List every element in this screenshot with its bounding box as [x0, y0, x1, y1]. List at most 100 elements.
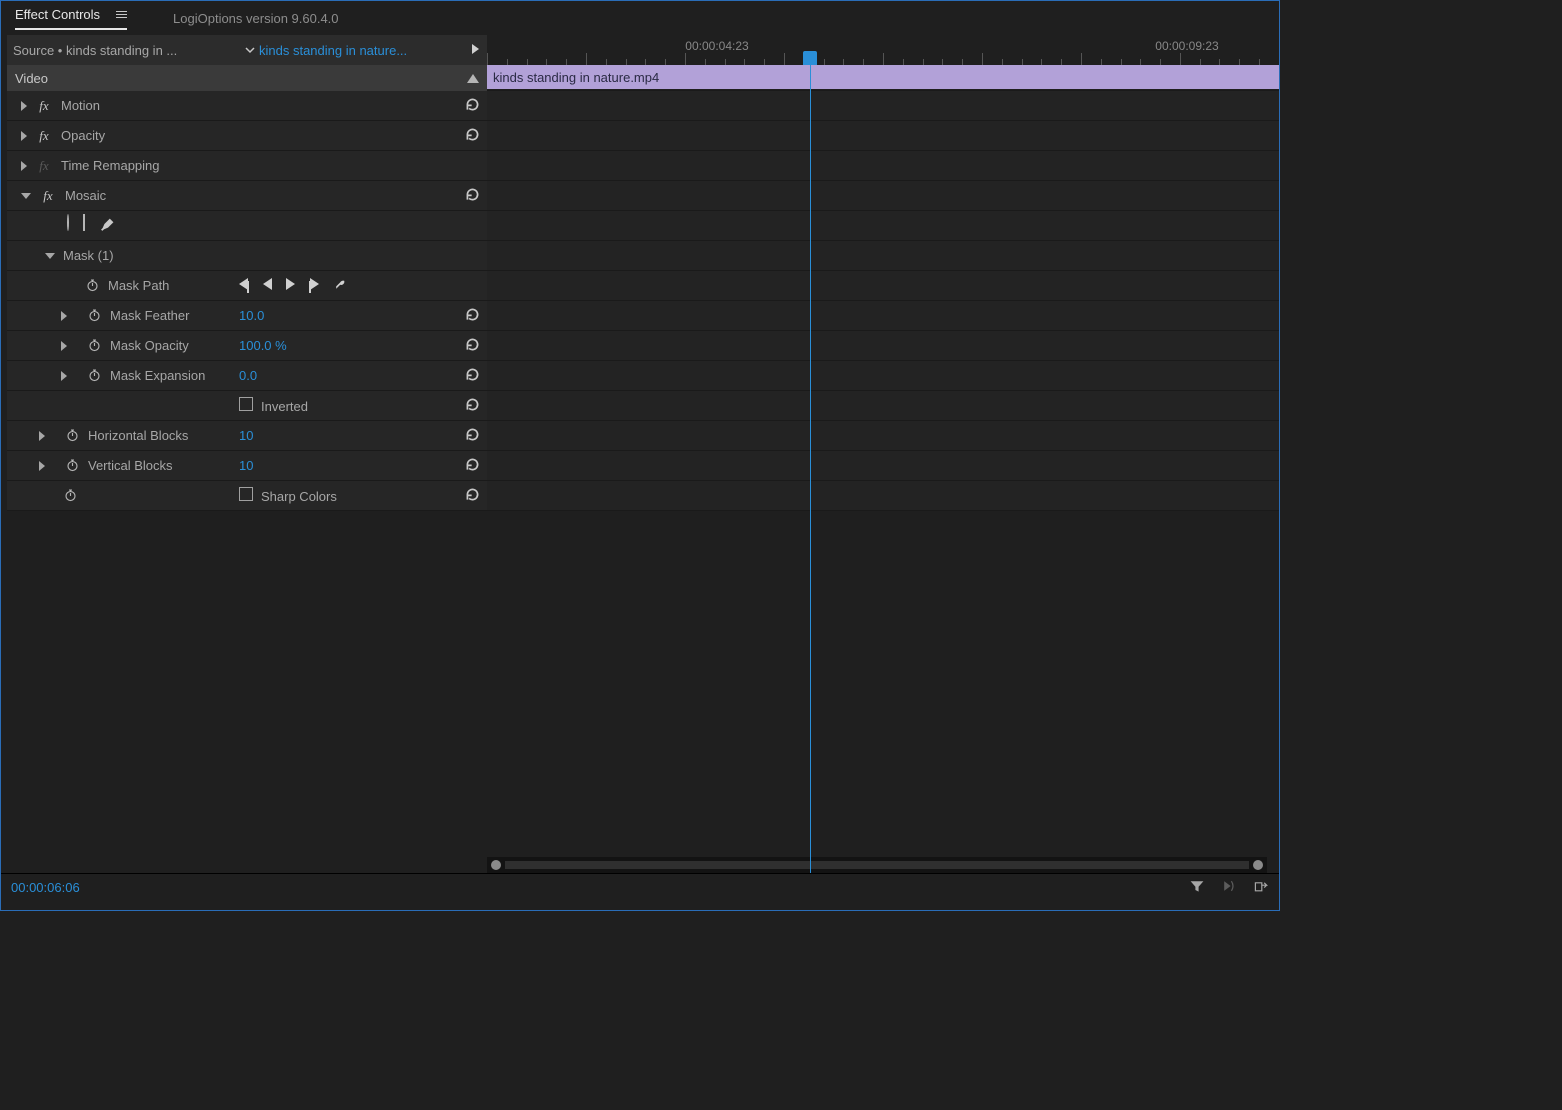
reset-icon[interactable] [464, 431, 481, 446]
play-only-icon[interactable] [464, 44, 487, 57]
sharp-colors-checkbox[interactable] [239, 487, 253, 501]
track-area [487, 121, 1279, 151]
collapse-up-icon[interactable] [467, 74, 479, 83]
expand-icon[interactable] [61, 311, 67, 321]
clip-bar[interactable]: kinds standing in nature.mp4 [487, 65, 1279, 89]
play-forward-icon[interactable] [286, 278, 295, 293]
wrench-icon[interactable] [333, 276, 349, 295]
reset-icon[interactable] [464, 491, 481, 506]
expand-icon[interactable] [39, 461, 45, 471]
reset-icon[interactable] [464, 461, 481, 476]
ellipse-mask-icon[interactable] [67, 215, 69, 236]
property-label: Horizontal Blocks [88, 428, 188, 443]
expand-icon[interactable] [21, 101, 27, 111]
reset-icon[interactable] [464, 311, 481, 326]
play-reverse-icon[interactable] [263, 278, 272, 293]
property-row-horizontal-blocks: Horizontal Blocks 10 [7, 421, 487, 451]
sharp-colors-label: Sharp Colors [261, 489, 337, 504]
expand-icon[interactable] [21, 161, 27, 171]
footer-bar: 00:00:06:06 [1, 873, 1279, 901]
property-label: Mask Expansion [110, 368, 205, 383]
zoom-handle-right[interactable] [1253, 860, 1263, 870]
expand-icon[interactable] [39, 431, 45, 441]
stopwatch-icon[interactable] [87, 367, 102, 385]
pen-mask-icon[interactable] [99, 215, 117, 236]
inverted-checkbox[interactable] [239, 397, 253, 411]
effect-row-motion[interactable]: fxMotion [7, 91, 487, 121]
track-area [487, 151, 1279, 181]
effect-label: Opacity [61, 128, 105, 143]
mask-row[interactable]: Mask (1) [7, 241, 487, 271]
stopwatch-icon[interactable] [63, 487, 78, 505]
fx-badge-icon: fx [35, 158, 53, 174]
property-value[interactable]: 100.0 % [239, 338, 287, 353]
property-row-inverted: Inverted [7, 391, 487, 421]
fx-badge-icon: fx [35, 128, 53, 144]
effect-row-mosaic[interactable]: fxMosaic [7, 181, 487, 211]
stopwatch-icon[interactable] [65, 457, 80, 475]
sequence-name-link[interactable]: kinds standing in nature... [259, 43, 464, 58]
property-value[interactable]: 0.0 [239, 368, 257, 383]
property-label: Vertical Blocks [88, 458, 173, 473]
prev-keyframe-icon[interactable] [239, 278, 249, 293]
effect-controls-panel: Source • kinds standing in ... kinds sta… [7, 35, 487, 873]
track-area [487, 391, 1279, 421]
source-clip-label[interactable]: Source • kinds standing in ... [13, 43, 241, 58]
tab-secondary[interactable]: LogiOptions version 9.60.4.0 [173, 11, 339, 26]
effect-row-opacity[interactable]: fx Opacity [7, 121, 487, 151]
track-area [487, 301, 1279, 331]
reset-icon[interactable] [464, 131, 481, 146]
track-area [487, 181, 1279, 211]
next-keyframe-icon[interactable] [309, 278, 319, 293]
tab-effect-controls[interactable]: Effect Controls [15, 7, 127, 30]
property-row-mask-path: Mask Path [7, 271, 487, 301]
property-row-mask-expansion: Mask Expansion 0.0 [7, 361, 487, 391]
reset-icon[interactable] [464, 371, 481, 386]
reset-icon[interactable] [464, 191, 481, 206]
reset-icon[interactable] [464, 341, 481, 356]
track-area [487, 91, 1279, 121]
sequence-dropdown-icon[interactable] [241, 43, 259, 58]
playback-only-icon[interactable] [1221, 878, 1237, 897]
stopwatch-icon[interactable] [65, 427, 80, 445]
expand-icon[interactable] [21, 131, 27, 141]
track-area [487, 421, 1279, 451]
mini-timeline-panel: 00:00:04:23 00:00:09:23 kinds standing i… [487, 35, 1279, 873]
reset-icon[interactable] [464, 101, 481, 116]
horizontal-zoom-scrollbar[interactable] [487, 857, 1267, 873]
stopwatch-icon[interactable] [85, 277, 100, 295]
stopwatch-icon[interactable] [87, 337, 102, 355]
time-ruler[interactable]: 00:00:04:23 00:00:09:23 [487, 35, 1279, 65]
inverted-label: Inverted [261, 399, 308, 414]
property-row-mask-opacity: Mask Opacity 100.0 % [7, 331, 487, 361]
zoom-handle-left[interactable] [491, 860, 501, 870]
effect-label: Time Remapping [61, 158, 160, 173]
property-value[interactable]: 10.0 [239, 308, 264, 323]
expand-icon[interactable] [61, 341, 67, 351]
panel-menu-icon[interactable] [116, 11, 127, 18]
property-value[interactable]: 10 [239, 428, 253, 443]
filter-icon[interactable] [1189, 878, 1205, 897]
scroll-track[interactable] [505, 861, 1249, 869]
property-row-mask-feather: Mask Feather 10.0 [7, 301, 487, 331]
clip-label: kinds standing in nature.mp4 [493, 70, 659, 85]
rectangle-mask-icon[interactable] [83, 215, 85, 236]
track-area [487, 211, 1279, 241]
tab-label: Effect Controls [15, 7, 100, 22]
video-header-label: Video [15, 71, 48, 86]
current-timecode[interactable]: 00:00:06:06 [11, 880, 80, 895]
property-row-sharp-colors: Sharp Colors [7, 481, 487, 511]
reset-icon[interactable] [464, 401, 481, 416]
stopwatch-icon[interactable] [87, 307, 102, 325]
property-row-vertical-blocks: Vertical Blocks 10 [7, 451, 487, 481]
collapse-icon[interactable] [21, 193, 31, 199]
export-icon[interactable] [1253, 878, 1269, 897]
video-section-header[interactable]: Video [7, 65, 487, 91]
mask-shape-toolbar [7, 211, 487, 241]
track-area [487, 241, 1279, 271]
playhead-icon[interactable] [803, 51, 817, 65]
effect-row-time-remapping[interactable]: fx Time Remapping [7, 151, 487, 181]
property-value[interactable]: 10 [239, 458, 253, 473]
collapse-icon[interactable] [45, 253, 55, 259]
expand-icon[interactable] [61, 371, 67, 381]
